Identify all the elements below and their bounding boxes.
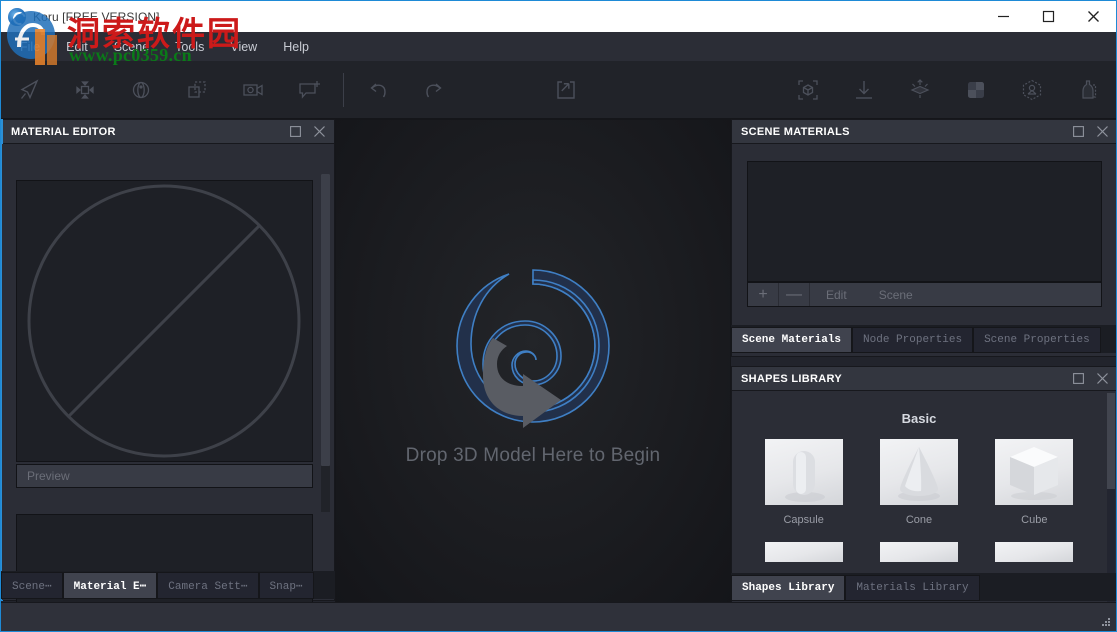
undo-icon[interactable] [350, 66, 406, 114]
menu-item-file[interactable]: File [7, 36, 53, 58]
environment-icon[interactable] [1004, 66, 1060, 114]
object-icon[interactable] [1060, 66, 1116, 114]
drop-to-floor-icon[interactable] [836, 66, 892, 114]
material-preview[interactable] [16, 180, 313, 462]
maximize-icon[interactable] [1026, 1, 1071, 32]
cube-shape-icon [995, 439, 1073, 505]
shape-item-capsule[interactable]: Capsule [754, 439, 854, 526]
menu-item-help[interactable]: Help [270, 36, 322, 58]
material-editor-title: MATERIAL EDITOR [11, 126, 116, 138]
menu-item-view[interactable]: View [217, 36, 270, 58]
material-editor-header: MATERIAL EDITOR [2, 120, 334, 144]
material-editor-header-buttons [284, 121, 334, 143]
material-editor-tabstrip: Scene⋯ Material E⋯ Camera Sett⋯ Snap⋯ [1, 571, 335, 599]
resize-grip-icon[interactable] [1100, 616, 1112, 628]
maximize-icon[interactable] [1067, 121, 1089, 143]
select-tool-icon[interactable] [1, 66, 57, 114]
scene-materials-tabstrip: Scene Materials Node Properties Scene Pr… [731, 325, 1117, 353]
scene-materials-title: SCENE MATERIALS [741, 126, 850, 138]
shapes-section-title: Basic [732, 391, 1106, 439]
close-icon[interactable] [308, 121, 330, 143]
title-bar: Koru [FREE VERSION] [1, 1, 1116, 32]
maximize-icon[interactable] [284, 121, 306, 143]
material-editor-scrollbar[interactable] [321, 174, 330, 512]
rotate-tool-icon[interactable] [113, 66, 169, 114]
material-editor-scroll-thumb[interactable] [321, 174, 330, 466]
move-tool-icon[interactable] [57, 66, 113, 114]
maximize-icon[interactable] [1067, 368, 1089, 390]
shapes-library-scroll-thumb[interactable] [1107, 393, 1115, 489]
tab-scene-materials[interactable]: Scene Materials [731, 327, 852, 353]
main-toolbar [1, 61, 1116, 119]
shapes-library-header: SHAPES LIBRARY [732, 367, 1117, 391]
menu-bar: File Edit Scene Tools View Help [1, 32, 1116, 61]
close-icon[interactable] [1091, 121, 1113, 143]
no-material-icon [17, 181, 312, 461]
scene-materials-header: SCENE MATERIALS [732, 120, 1117, 144]
toolbar-separator [343, 73, 344, 107]
material-preview-label: Preview [16, 464, 313, 488]
shapes-library-content: Basic Capsule [732, 391, 1106, 562]
shape-item-next-1[interactable] [754, 542, 854, 562]
shapes-library-header-buttons [1067, 368, 1117, 390]
shape-thumb-partial [765, 542, 843, 562]
koru-spiral-icon [8, 8, 26, 26]
edit-material-button[interactable]: Edit [810, 283, 863, 306]
material-editor-body: Preview [2, 144, 334, 600]
tab-scene[interactable]: Scene⋯ [1, 572, 63, 599]
shapes-library-tabstrip: Shapes Library Materials Library [731, 573, 1117, 601]
tab-materials-library[interactable]: Materials Library [845, 575, 979, 601]
close-icon[interactable] [1091, 368, 1113, 390]
scene-material-button[interactable]: Scene [863, 283, 929, 306]
publish-icon[interactable] [538, 66, 594, 114]
window-title: Koru [FREE VERSION] [33, 10, 160, 24]
shapes-grid-row-2 [732, 542, 1106, 562]
capsule-shape-icon [765, 439, 843, 505]
background-icon[interactable] [948, 66, 1004, 114]
scene-materials-header-buttons [1067, 121, 1117, 143]
add-material-button[interactable]: + [748, 283, 779, 306]
shapes-library-title: SHAPES LIBRARY [741, 373, 842, 385]
explode-icon[interactable] [892, 66, 948, 114]
tab-node-properties[interactable]: Node Properties [852, 327, 973, 353]
duplicate-tool-icon[interactable] [169, 66, 225, 114]
redo-icon[interactable] [406, 66, 462, 114]
tab-shapes-library[interactable]: Shapes Library [731, 575, 845, 601]
tab-scene-properties[interactable]: Scene Properties [973, 327, 1101, 353]
menu-item-scene[interactable]: Scene [101, 36, 162, 58]
tab-material-editor[interactable]: Material E⋯ [63, 572, 158, 599]
shape-item-cone[interactable]: Cone [869, 439, 969, 526]
scene-materials-toolbar: + — Edit Scene [747, 282, 1102, 307]
menu-item-tools[interactable]: Tools [162, 36, 217, 58]
tab-snapshots[interactable]: Snap⋯ [259, 572, 314, 599]
shape-label-cone: Cone [906, 514, 932, 526]
close-icon[interactable] [1071, 1, 1116, 32]
scene-materials-panel: SCENE MATERIALS + — Edit Scene [731, 119, 1117, 357]
application-window: Koru [FREE VERSION] File Edit Scene Tool… [0, 0, 1117, 632]
menu-item-edit[interactable]: Edit [53, 36, 101, 58]
frame-object-icon[interactable] [780, 66, 836, 114]
add-annotation-icon[interactable] [281, 66, 337, 114]
viewport-drop-area[interactable]: Drop 3D Model Here to Begin [335, 119, 731, 611]
shape-label-capsule: Capsule [783, 514, 823, 526]
shape-item-next-3[interactable] [984, 542, 1084, 562]
material-preview-label-text: Preview [27, 469, 70, 483]
shape-item-next-2[interactable] [869, 542, 969, 562]
shape-thumb-partial [880, 542, 958, 562]
koru-spiral-drop-icon [449, 264, 617, 439]
shape-label-cube: Cube [1021, 514, 1047, 526]
shape-item-cube[interactable]: Cube [984, 439, 1084, 526]
viewport-drop-text: Drop 3D Model Here to Begin [406, 445, 661, 467]
minimize-icon[interactable] [981, 1, 1026, 32]
shapes-grid-row-1: Capsule Cone [732, 439, 1106, 526]
material-editor-panel: MATERIAL EDITOR Preview [1, 119, 335, 601]
scene-materials-list[interactable] [747, 161, 1102, 282]
window-controls [981, 1, 1116, 32]
tab-camera-settings[interactable]: Camera Sett⋯ [157, 572, 258, 599]
cone-shape-icon [880, 439, 958, 505]
status-bar [1, 602, 1116, 631]
camera-settings-icon[interactable] [225, 66, 281, 114]
remove-material-button[interactable]: — [779, 283, 810, 306]
shape-thumb-partial [995, 542, 1073, 562]
